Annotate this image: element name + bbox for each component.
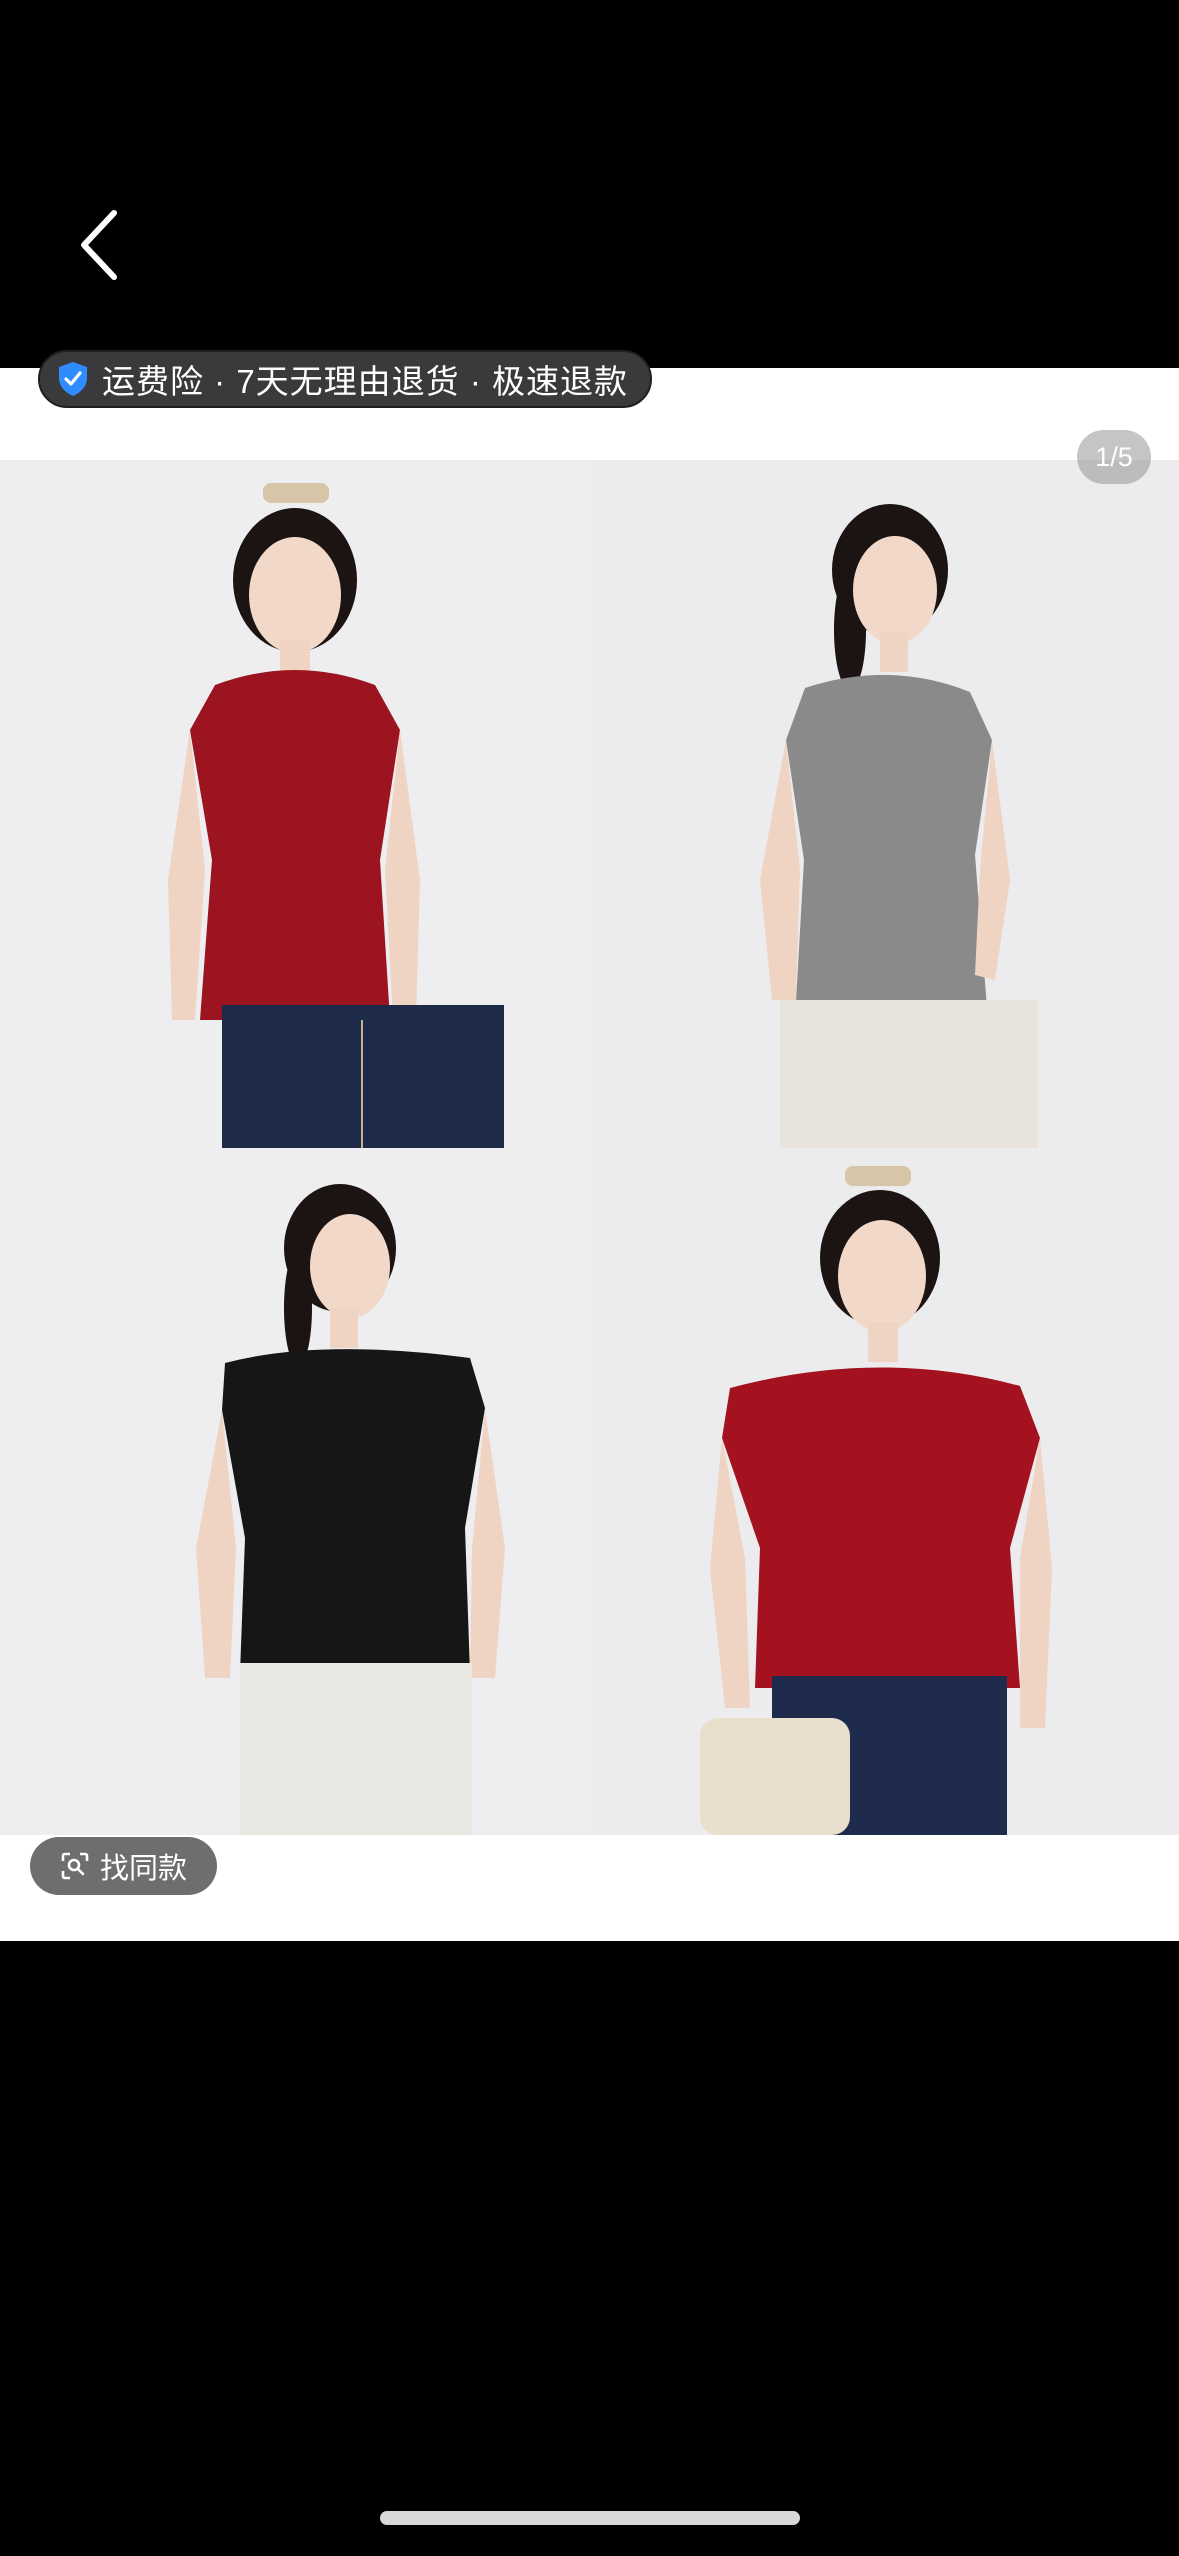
photo-red-top-bag xyxy=(590,1148,1179,1835)
service-guarantee-badge[interactable]: 运费险 · 7天无理由退货 · 极速退款 xyxy=(38,350,653,408)
photo-black-top xyxy=(0,1148,590,1835)
photo-grey-top xyxy=(590,460,1179,1148)
back-button[interactable] xyxy=(70,205,130,285)
home-indicator[interactable] xyxy=(380,2511,800,2525)
shield-check-icon xyxy=(59,362,87,396)
find-similar-button[interactable]: 找同款 xyxy=(30,1837,218,1895)
product-photo[interactable] xyxy=(0,460,1179,1835)
scan-search-icon xyxy=(61,1852,89,1880)
photo-red-top xyxy=(0,460,590,1148)
find-similar-label: 找同款 xyxy=(100,1853,188,1885)
page-indicator: 1/5 xyxy=(1077,430,1151,484)
chevron-left-icon xyxy=(81,210,117,280)
service-guarantee-text: 运费险 · 7天无理由退货 · 极速退款 xyxy=(102,363,629,400)
